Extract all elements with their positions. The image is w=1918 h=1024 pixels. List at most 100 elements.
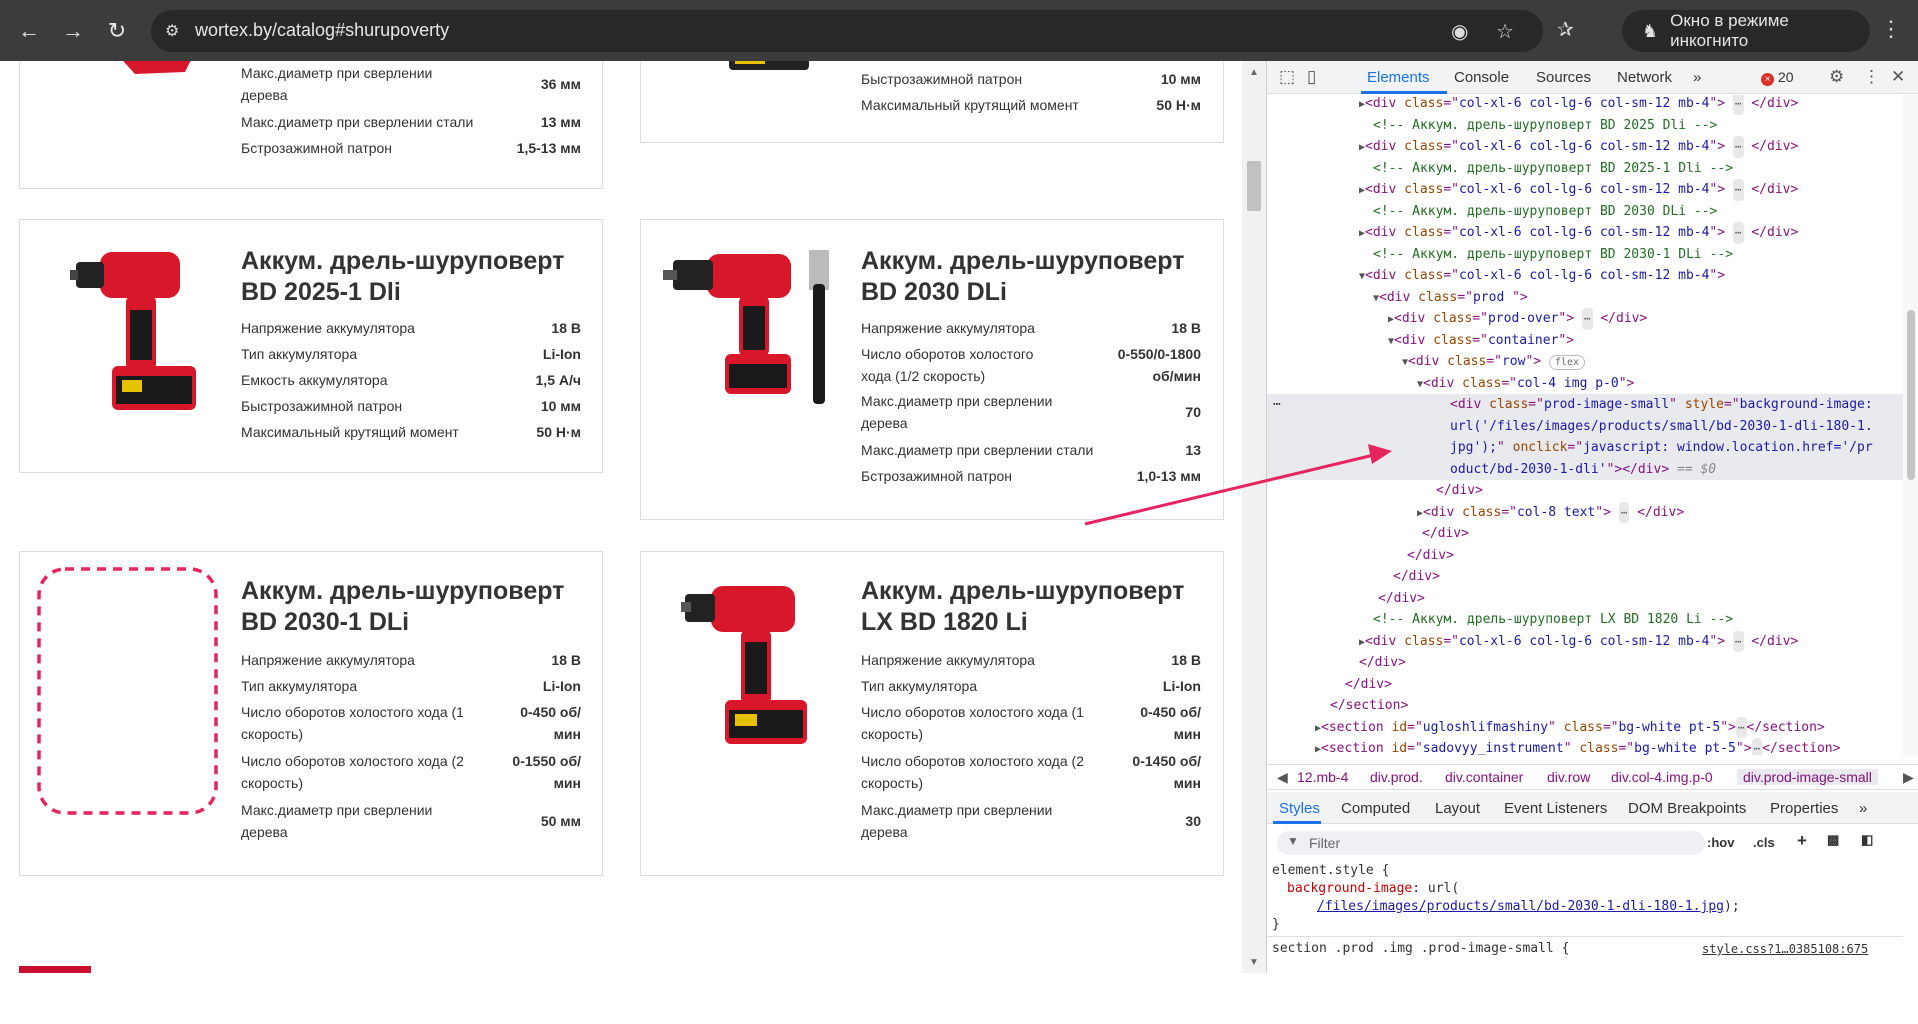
product-card[interactable]: Аккум. дрель-шуруповерт LX BD 1820 Li Нап… [640,551,1224,876]
dom-node-expanded[interactable]: ▼<div class="prod "> [1373,287,1528,309]
settings-gear-icon[interactable]: ⚙ [1829,67,1844,87]
tab-elements[interactable]: Elements [1367,69,1430,86]
dom-node[interactable]: ▶<div class="col-xl-6 col-lg-6 col-sm-12… [1359,179,1798,201]
collapsed-dots[interactable]: ⋯ [1751,738,1763,755]
product-card[interactable]: Аккум. дрель-шуруповерт BD 2030-1 DLi Нап… [19,551,603,876]
incognito-indicator[interactable]: ♞ Окно в режиме инкогнито [1622,10,1870,52]
dom-close-tag[interactable]: </section> [1330,695,1408,717]
product-title[interactable]: Аккум. дрель-шуруповерт LX BD 1820 Li [861,576,1184,638]
css-selector[interactable]: section .prod .img .prod-image-small { [1272,940,1569,958]
new-style-rule-icon[interactable]: + [1797,831,1807,851]
selected-node-line4[interactable]: oduct/bd-2030-1-dli'"></div> == $0 [1450,459,1716,481]
product-card[interactable]: Аккум. дрель-шуруповерт BD 2030 DLi Напря… [640,219,1224,520]
flex-badge[interactable]: flex [1548,355,1586,370]
collapsed-dots[interactable]: ⋯ [1732,630,1744,652]
device-toolbar-icon[interactable]: ▯ [1307,67,1316,87]
tab-network[interactable]: Network [1617,69,1672,86]
scrollbar-thumb[interactable] [1247,161,1261,211]
product-card-partial-right[interactable]: Быстрозажимной патрон 10 мм Максимальный … [640,61,1224,143]
dom-node[interactable]: ▶<div class="col-8 text"> ⋯ </div> [1417,501,1684,524]
site-settings-icon[interactable]: ⚙ [165,21,179,41]
css-url-link[interactable]: /files/images/products/small/bd-2030-1-d… [1317,899,1724,914]
collapsed-dots[interactable]: ⋯ [1618,501,1630,523]
collapsed-dots[interactable]: ⋯ [1732,222,1744,244]
tab-sources[interactable]: Sources [1536,69,1591,86]
dom-comment[interactable]: <!-- Аккум. дрель-шуруповерт BD 2030-1 D… [1373,244,1733,266]
devtools-menu-icon[interactable]: ⋮ [1863,67,1880,87]
subtab-layout[interactable]: Layout [1435,800,1480,817]
dom-node[interactable]: ▶<section id="sadovyy_instrument" class=… [1315,738,1840,755]
dom-node[interactable]: ▶<div class="prod-over"> ⋯ </div> [1388,308,1647,330]
dom-close-tag[interactable]: </div> [1436,480,1483,502]
product-image-partial[interactable] [115,61,205,76]
css-url[interactable]: /files/images/products/small/bd-2030-1-d… [1317,898,1740,916]
more-tabs-icon[interactable]: » [1693,69,1701,86]
dom-node[interactable]: ▶<div class="col-xl-6 col-lg-6 col-sm-12… [1359,630,1798,653]
collapsed-dots[interactable]: ⋯ [1735,716,1747,738]
hover-state-toggle[interactable]: :hov [1707,835,1734,850]
product-title[interactable]: Аккум. дрель-шуруповерт BD 2030-1 DLi [241,576,564,638]
eye-off-icon[interactable]: ◉ [1451,19,1468,44]
styles-filter-input[interactable]: ▼ Filter [1277,831,1705,855]
browser-menu-icon[interactable]: ⋮ [1880,16,1902,42]
breadcrumb-item[interactable]: div.row [1547,769,1590,785]
css-declaration[interactable]: background-image: url( [1287,880,1459,898]
dom-close-tag[interactable]: </div> [1345,674,1392,696]
selected-node-line2[interactable]: url('/files/images/products/small/bd-203… [1450,416,1873,438]
scroll-up-arrow-icon[interactable]: ▲ [1249,67,1259,78]
collapsed-dots[interactable]: ⋯ [1732,136,1744,158]
back-icon[interactable]: ← [10,12,48,50]
dom-close-tag[interactable]: </div> [1393,566,1440,588]
product-image-partial[interactable] [725,61,815,74]
dom-close-tag[interactable]: </div> [1407,545,1454,567]
breadcrumb-item[interactable]: div.prod. [1370,769,1423,785]
dom-node-expanded[interactable]: ▼<div class="container"> [1388,330,1574,352]
dom-comment[interactable]: <!-- Аккум. дрель-шуруповерт BD 2025 Dli… [1373,115,1717,137]
product-image-missing[interactable] [20,552,200,817]
class-toggle[interactable]: .cls [1753,835,1775,850]
toggle-sidebar-icon[interactable]: ◧ [1861,832,1873,848]
breadcrumb-scroll-right-icon[interactable]: ▶ [1903,769,1914,786]
dom-node[interactable]: ▶<section id="ugloshlifmashiny" class="b… [1315,716,1825,739]
error-count-badge[interactable]: × 20 [1761,69,1794,86]
bookmarks-icon[interactable]: ✰ [1557,17,1574,42]
subtab-computed[interactable]: Computed [1341,800,1410,817]
subtab-event-listeners[interactable]: Event Listeners [1504,800,1607,817]
dom-close-tag[interactable]: </div> [1422,523,1469,545]
collapsed-dots[interactable]: ⋯ [1732,95,1744,115]
dom-node[interactable]: ▶<div class="col-xl-6 col-lg-6 col-sm-12… [1359,136,1798,158]
tab-console[interactable]: Console [1454,69,1509,86]
styles-pane[interactable]: element.style { background-image: url( /… [1267,862,1903,973]
more-subtabs-icon[interactable]: » [1859,800,1867,817]
dom-node[interactable]: ▶<div class="col-xl-6 col-lg-6 col-sm-12… [1359,222,1798,244]
dom-tree[interactable]: ▶<div class="col-xl-6 col-lg-6 col-sm-12… [1267,95,1903,755]
product-title[interactable]: Аккум. дрель-шуруповерт BD 2030 DLi [861,246,1184,308]
selected-node-line1[interactable]: <div class="prod-image-small" style="bac… [1450,394,1881,416]
url-text[interactable]: wortex.by/catalog#shurupoverty [195,20,449,41]
css-selector[interactable]: element.style { [1272,862,1389,880]
reload-icon[interactable]: ↻ [98,12,136,50]
address-bar[interactable]: ⚙ wortex.by/catalog#shurupoverty ◉ ☆ [151,10,1543,52]
close-devtools-icon[interactable]: ✕ [1891,67,1905,87]
dom-node-expanded[interactable]: ▼<div class="col-4 img p-0"> [1417,373,1634,395]
bookmark-star-icon[interactable]: ☆ [1496,19,1514,44]
scrollbar-thumb[interactable] [1907,310,1915,480]
subtab-dom-breakpoints[interactable]: DOM Breakpoints [1628,800,1746,817]
page-scrollbar[interactable]: ▲ ▼ [1242,61,1266,973]
dom-comment[interactable]: <!-- Аккум. дрель-шуруповерт BD 2030 DLi… [1373,201,1717,223]
breadcrumb-scroll-left-icon[interactable]: ◀ [1277,769,1288,786]
dom-node[interactable]: ▶<div class="col-xl-6 col-lg-6 col-sm-12… [1359,95,1798,115]
subtab-styles[interactable]: Styles [1279,800,1320,817]
product-card[interactable]: Аккум. дрель-шуруповерт BD 2025-1 Dli Нап… [19,219,603,473]
inspect-element-icon[interactable]: ⬚ [1279,67,1295,87]
dom-comment[interactable]: <!-- Аккум. дрель-шуруповерт BD 2025-1 D… [1373,158,1733,180]
css-source-link[interactable]: style.css?1…0385108:675 [1702,940,1868,958]
dom-close-tag[interactable]: </div> [1359,652,1406,674]
dom-tree-scrollbar[interactable] [1903,95,1918,755]
dom-node-expanded[interactable]: ▼<div class="row"> flex [1402,351,1586,373]
product-image[interactable] [663,240,853,420]
collapsed-dots[interactable]: ⋯ [1581,308,1593,330]
breadcrumb-item[interactable]: div.col-4.img.p-0 [1611,769,1713,785]
dom-node-expanded[interactable]: ▼<div class="col-xl-6 col-lg-6 col-sm-12… [1359,265,1725,287]
forward-icon[interactable]: → [54,12,92,50]
